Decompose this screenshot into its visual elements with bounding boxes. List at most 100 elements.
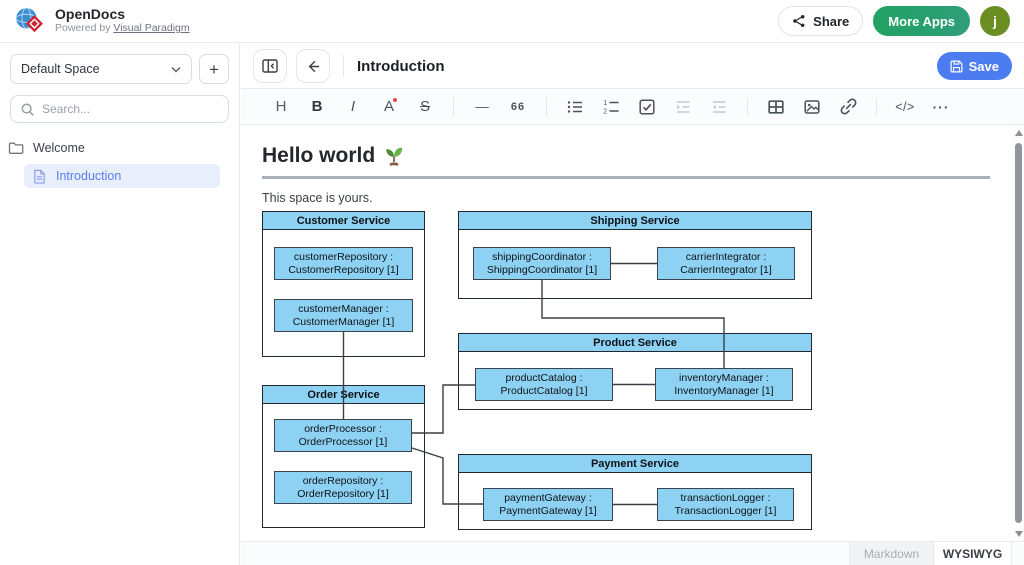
component-line1: orderRepository : bbox=[275, 475, 411, 488]
editor-mode-bar: Markdown WYSIWYG bbox=[241, 541, 1024, 565]
component-customer-repository: customerRepository : CustomerRepository … bbox=[274, 247, 413, 280]
component-line1: inventoryManager : bbox=[656, 372, 792, 385]
user-avatar[interactable]: j bbox=[980, 6, 1010, 36]
panel-collapse-icon bbox=[261, 57, 279, 75]
space-selector[interactable]: Default Space bbox=[10, 54, 192, 84]
blockquote-button[interactable]: 66 bbox=[503, 93, 533, 121]
page-title: Introduction bbox=[357, 58, 937, 75]
page-tree: Welcome Introduction bbox=[0, 136, 239, 188]
scrollbar-thumb[interactable] bbox=[1015, 143, 1022, 523]
intro-paragraph: This space is yours. bbox=[262, 191, 1024, 206]
main-panel: Introduction Save H B I A S — 66 bbox=[241, 44, 1024, 565]
titlebar-divider bbox=[343, 55, 344, 77]
heading-text: Hello world bbox=[262, 143, 375, 169]
indent-button[interactable] bbox=[668, 93, 698, 121]
save-label: Save bbox=[969, 59, 999, 74]
add-space-button[interactable]: + bbox=[199, 54, 229, 84]
bullet-list-button[interactable] bbox=[560, 93, 590, 121]
top-actions: Share More Apps j bbox=[778, 6, 1010, 36]
visual-paradigm-link[interactable]: Visual Paradigm bbox=[113, 22, 189, 34]
save-button[interactable]: Save bbox=[937, 52, 1012, 80]
task-list-icon bbox=[638, 98, 656, 116]
component-line2: InventoryManager [1] bbox=[656, 385, 792, 398]
document-icon bbox=[32, 169, 47, 184]
toolbar-divider bbox=[546, 98, 547, 116]
brand-text: OpenDocs Powered by Visual Paradigm bbox=[55, 7, 190, 35]
component-line2: TransactionLogger [1] bbox=[658, 505, 793, 518]
vertical-scrollbar[interactable] bbox=[1013, 126, 1024, 541]
link-button[interactable] bbox=[833, 93, 863, 121]
component-line1: customerRepository : bbox=[275, 251, 412, 264]
component-line2: CarrierIntegrator [1] bbox=[658, 264, 794, 277]
component-carrier-integrator: carrierIntegrator : CarrierIntegrator [1… bbox=[657, 247, 795, 280]
share-button[interactable]: Share bbox=[778, 6, 863, 36]
indent-icon bbox=[674, 98, 692, 116]
numbered-list-icon: 1 2 bbox=[602, 98, 620, 116]
editor-toolbar: H B I A S — 66 1 2 bbox=[241, 89, 1024, 125]
italic-button[interactable]: I bbox=[338, 93, 368, 121]
more-apps-button[interactable]: More Apps bbox=[873, 6, 970, 36]
component-customer-manager: customerManager : CustomerManager [1] bbox=[274, 299, 413, 332]
font-color-button[interactable]: A bbox=[374, 93, 404, 121]
back-arrow-icon bbox=[305, 58, 322, 75]
tree-item-label: Introduction bbox=[56, 169, 121, 183]
share-icon bbox=[792, 14, 806, 28]
toolbar-divider bbox=[453, 98, 454, 116]
seedling-emoji-icon bbox=[383, 145, 405, 167]
toolbar-divider bbox=[876, 98, 877, 116]
toolbar-divider bbox=[747, 98, 748, 116]
search-input[interactable] bbox=[42, 102, 219, 116]
scroll-down-arrow[interactable] bbox=[1015, 531, 1023, 537]
component-payment-gateway: paymentGateway : PaymentGateway [1] bbox=[483, 488, 613, 521]
save-icon bbox=[950, 60, 963, 73]
space-selector-value: Default Space bbox=[21, 62, 100, 76]
heading-button[interactable]: H bbox=[266, 93, 296, 121]
numbered-list-button[interactable]: 1 2 bbox=[596, 93, 626, 121]
component-line1: customerManager : bbox=[275, 303, 412, 316]
font-color-dot bbox=[393, 98, 397, 102]
outdent-icon bbox=[710, 98, 728, 116]
more-options-button[interactable]: ··· bbox=[926, 93, 956, 121]
search-box bbox=[10, 95, 229, 123]
component-line2: ShippingCoordinator [1] bbox=[474, 264, 610, 277]
document-content: Hello world This space is yours. Custome… bbox=[241, 126, 1024, 541]
share-label: Share bbox=[813, 14, 849, 29]
outdent-button[interactable] bbox=[704, 93, 734, 121]
search-icon bbox=[20, 102, 35, 117]
component-transaction-logger: transactionLogger : TransactionLogger [1… bbox=[657, 488, 794, 521]
component-line1: transactionLogger : bbox=[658, 492, 793, 505]
image-icon bbox=[803, 98, 821, 116]
markdown-mode-tab[interactable]: Markdown bbox=[849, 542, 934, 565]
svg-text:2: 2 bbox=[603, 108, 607, 115]
powered-by-prefix: Powered by bbox=[55, 22, 110, 34]
toggle-sidebar-button[interactable] bbox=[253, 49, 287, 83]
app-name: OpenDocs bbox=[55, 7, 190, 22]
powered-by: Powered by Visual Paradigm bbox=[55, 22, 190, 35]
horizontal-rule-button[interactable]: — bbox=[467, 93, 497, 121]
task-list-button[interactable] bbox=[632, 93, 662, 121]
component-inventory-manager: inventoryManager : InventoryManager [1] bbox=[655, 368, 793, 401]
component-line2: OrderProcessor [1] bbox=[275, 436, 411, 449]
tree-item-label: Welcome bbox=[33, 141, 85, 155]
table-button[interactable] bbox=[761, 93, 791, 121]
link-icon bbox=[839, 97, 858, 116]
svg-text:1: 1 bbox=[603, 100, 607, 107]
scroll-up-arrow[interactable] bbox=[1015, 130, 1023, 136]
wysiwyg-mode-tab[interactable]: WYSIWYG bbox=[934, 542, 1012, 565]
bold-button[interactable]: B bbox=[302, 93, 332, 121]
tree-item-welcome[interactable]: Welcome bbox=[0, 136, 239, 160]
component-order-repository: orderRepository : OrderRepository [1] bbox=[274, 471, 412, 504]
strikethrough-button[interactable]: S bbox=[410, 93, 440, 121]
component-diagram[interactable]: Customer Service Shipping Service Produc… bbox=[262, 211, 813, 533]
table-icon bbox=[767, 98, 785, 116]
tree-item-introduction[interactable]: Introduction bbox=[24, 164, 220, 188]
folder-icon bbox=[8, 140, 24, 156]
component-line1: productCatalog : bbox=[476, 372, 612, 385]
brand: OpenDocs Powered by Visual Paradigm bbox=[14, 5, 190, 37]
component-line2: PaymentGateway [1] bbox=[484, 505, 612, 518]
back-button[interactable] bbox=[296, 49, 330, 83]
component-order-processor: orderProcessor : OrderProcessor [1] bbox=[274, 419, 412, 452]
document-heading: Hello world bbox=[262, 143, 1024, 169]
code-button[interactable]: </> bbox=[890, 93, 920, 121]
image-button[interactable] bbox=[797, 93, 827, 121]
